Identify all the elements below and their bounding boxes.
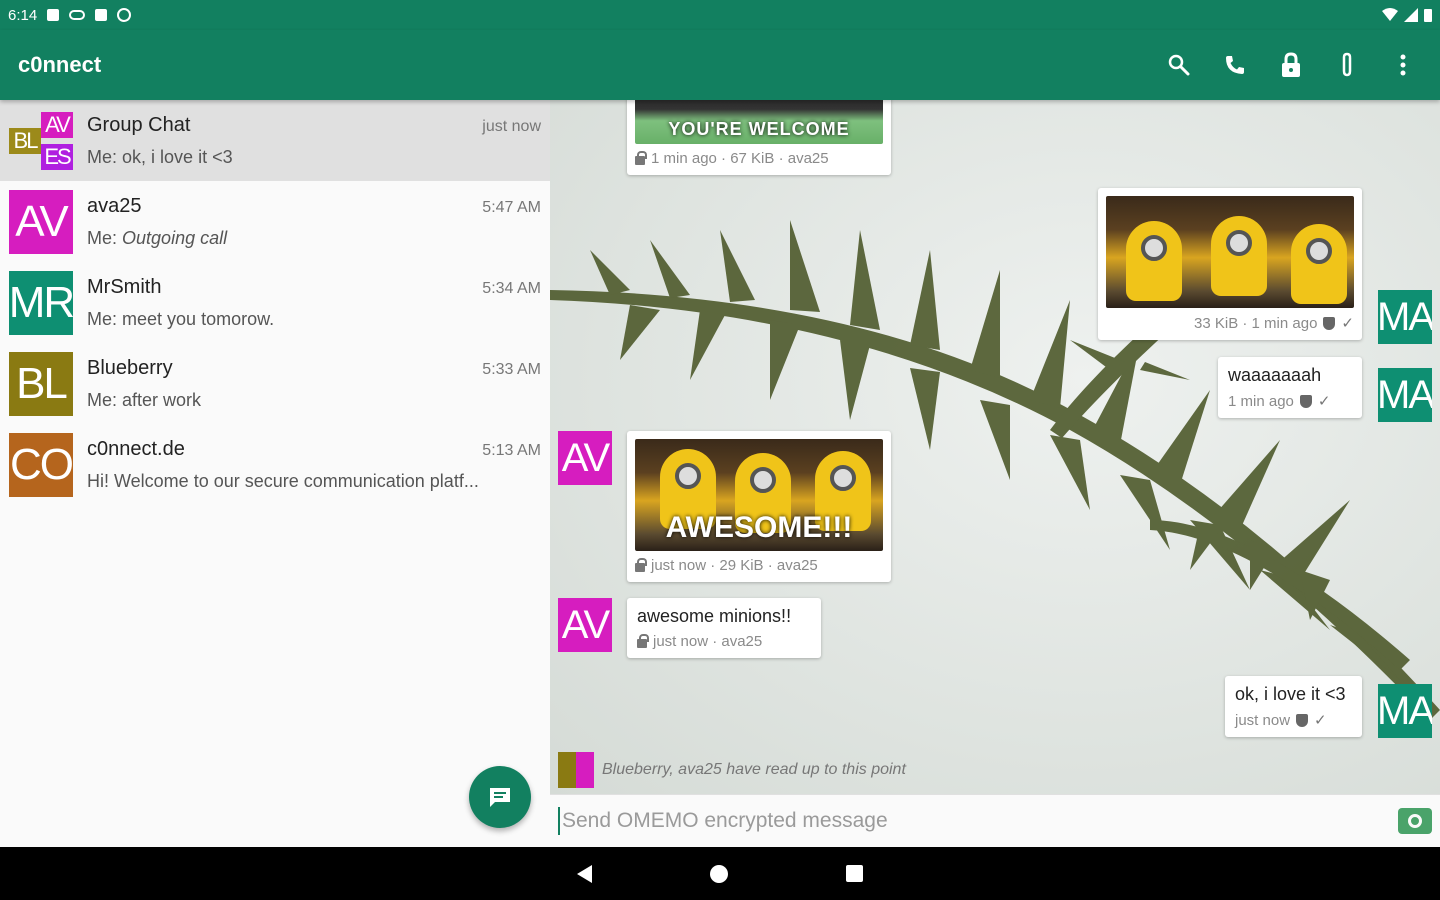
avatar: BL AV ES	[9, 109, 73, 173]
preview-sender: Me:	[87, 308, 118, 329]
conversation-item-ava25[interactable]: AV ava25 5:47 AM Me: Outgoing call	[0, 181, 550, 262]
message-meta: 33 KiB · 1 min ago	[1194, 314, 1318, 332]
message-meta: 1 min ago	[1228, 392, 1294, 410]
preview-sender: Me:	[87, 146, 118, 167]
phone-icon[interactable]	[1222, 52, 1248, 78]
message-image[interactable]: AWESOME!!!	[635, 439, 883, 551]
message-meta: just now	[1235, 711, 1291, 729]
conversation-item-mrsmith[interactable]: MR MrSmith 5:34 AM Me: meet you tomorow.	[0, 262, 550, 343]
system-nav-bar	[0, 847, 1440, 900]
lock-icon	[635, 150, 647, 165]
lock-icon	[635, 557, 647, 572]
conversation-item-blueberry[interactable]: BL Blueberry 5:33 AM Me: after work	[0, 343, 550, 424]
conversation-preview: ok, i love it <3	[122, 146, 233, 167]
message-text: ok, i love it <3	[1235, 684, 1346, 704]
camera-icon[interactable]	[1398, 808, 1432, 834]
conversation-name: c0nnect.de	[87, 437, 185, 460]
avatar: AV	[9, 189, 73, 254]
message-bubble-sent-image[interactable]: 33 KiB · 1 min ago ✓	[1098, 188, 1362, 340]
image-caption: AWESOME!!!	[665, 511, 853, 544]
status-time: 6:14	[8, 6, 38, 24]
message-input[interactable]: Send OMEMO encrypted message	[558, 807, 1398, 835]
status-bar: 6:14	[0, 0, 1440, 30]
sync-icon	[117, 8, 132, 22]
conversation-preview: meet you tomorow.	[122, 308, 275, 329]
preview-sender: Me:	[87, 227, 118, 248]
message-bubble-sent-text[interactable]: ok, i love it <3 just now ✓	[1225, 676, 1362, 737]
attach-icon[interactable]	[1334, 52, 1360, 78]
read-marker: Blueberry, ava25 have read up to this po…	[558, 752, 906, 788]
search-icon[interactable]	[1166, 52, 1192, 78]
lock-icon	[637, 633, 649, 648]
app-toolbar: c0nnect	[0, 30, 1440, 100]
sd-card-icon	[95, 9, 108, 21]
message-text: waaaaaaah	[1228, 365, 1322, 385]
message-meta: just now · ava25	[653, 633, 763, 650]
avatar: MA	[1378, 290, 1432, 344]
message-bubble-sent-text[interactable]: waaaaaaah 1 min ago ✓	[1218, 357, 1362, 418]
notification-icon	[47, 9, 60, 21]
message-bubble-received-text[interactable]: awesome minions!! just now · ava25	[627, 598, 821, 658]
verified-shield-icon	[1323, 316, 1336, 330]
new-conversation-button[interactable]	[469, 766, 531, 828]
conversation-item-connect-de[interactable]: CO c0nnect.de 5:13 AM Hi! Welcome to our…	[0, 424, 550, 505]
message-meta: just now · 29 KiB · ava25	[651, 557, 818, 574]
conversation-name: MrSmith	[87, 275, 162, 298]
message-bubble-received-image[interactable]: AWESOME!!! just now · 29 KiB · ava25	[627, 431, 891, 582]
battery-icon	[1424, 9, 1432, 22]
chat-pane: YOU'RE WELCOME 1 min ago · 67 KiB · ava2…	[550, 100, 1440, 794]
wifi-icon	[1382, 8, 1398, 21]
message-image[interactable]	[1106, 196, 1354, 308]
signal-icon	[1404, 8, 1418, 22]
verified-shield-icon	[1299, 394, 1312, 408]
conversation-preview: after work	[122, 389, 202, 410]
more-vert-icon[interactable]	[1390, 52, 1416, 78]
avatar: MA	[1378, 368, 1432, 422]
avatar: BL	[9, 351, 73, 416]
verified-shield-icon	[1296, 713, 1309, 727]
conversation-preview: Outgoing call	[122, 227, 228, 248]
recent-apps-icon[interactable]	[846, 865, 863, 882]
message-text: awesome minions!!	[637, 606, 792, 626]
avatar-part: ES	[41, 143, 73, 170]
conversation-time: 5:47 AM	[482, 198, 541, 216]
conversation-time: 5:13 AM	[482, 441, 541, 459]
app-title: c0nnect	[18, 52, 102, 77]
read-marker-text: Blueberry, ava25 have read up to this po…	[602, 761, 906, 778]
home-icon[interactable]	[710, 864, 728, 883]
back-icon[interactable]	[577, 864, 592, 883]
avatar: MR	[9, 270, 73, 335]
avatar: MA	[1378, 684, 1432, 738]
conversation-time: 5:34 AM	[482, 279, 541, 297]
conversation-preview: Hi! Welcome to our secure communication …	[87, 470, 479, 491]
delivered-check-icon: ✓	[1317, 393, 1331, 410]
avatar: AV	[558, 598, 612, 652]
conversation-item-group-chat[interactable]: BL AV ES Group Chat just now Me: ok, i l…	[0, 100, 550, 181]
delivered-check-icon: ✓	[1314, 712, 1327, 729]
avatar-part: AV	[41, 111, 73, 138]
link-icon	[69, 10, 86, 20]
conversation-name: Blueberry	[87, 356, 173, 379]
chat-icon	[490, 788, 510, 807]
message-meta: 1 min ago · 67 KiB · ava25	[651, 150, 829, 167]
conversation-time: 5:33 AM	[482, 360, 541, 378]
preview-sender: Me:	[87, 389, 118, 410]
conversation-name: ava25	[87, 194, 142, 217]
avatar: AV	[558, 431, 612, 485]
avatar-part: BL	[9, 127, 41, 154]
message-bubble-received-image[interactable]: YOU'RE WELCOME 1 min ago · 67 KiB · ava2…	[627, 100, 891, 175]
conversation-name: Group Chat	[87, 113, 191, 136]
lock-icon[interactable]	[1278, 52, 1304, 78]
conversation-list: BL AV ES Group Chat just now Me: ok, i l…	[0, 100, 550, 847]
conversation-time: just now	[482, 117, 541, 135]
image-caption: YOU'RE WELCOME	[668, 119, 850, 139]
delivered-check-icon: ✓	[1341, 315, 1354, 332]
message-image[interactable]: YOU'RE WELCOME	[635, 100, 883, 144]
avatar: CO	[9, 432, 73, 497]
message-composer: Send OMEMO encrypted message	[550, 794, 1440, 847]
read-avatars	[558, 752, 594, 788]
